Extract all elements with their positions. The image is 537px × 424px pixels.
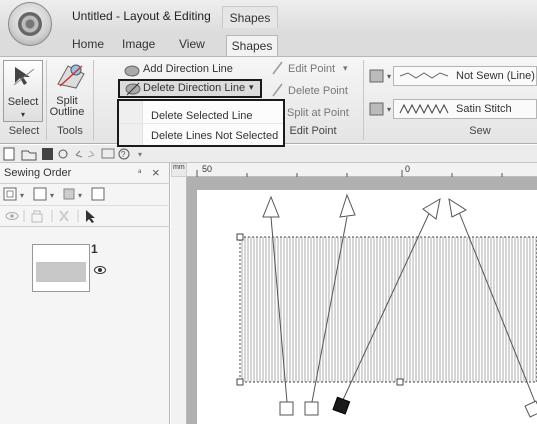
running-stitch-icon bbox=[399, 72, 449, 79]
direction-arrow-heads[interactable] bbox=[262, 193, 468, 220]
add-direction-line-button[interactable]: Add Direction Line bbox=[143, 63, 233, 75]
design-area[interactable] bbox=[187, 177, 537, 424]
window-title: Untitled - Layout & Editing bbox=[72, 9, 211, 23]
group-separator bbox=[93, 60, 94, 140]
sewing-order-number: 1 bbox=[91, 242, 98, 256]
line-sew-type-label: Not Sewn (Line) bbox=[456, 70, 535, 82]
direction-handle[interactable] bbox=[524, 400, 537, 418]
split-outline-label[interactable]: Split Outline bbox=[44, 96, 90, 118]
satin-stitch-icon bbox=[399, 103, 449, 115]
close-icon[interactable]: × bbox=[152, 165, 160, 180]
menu-divider bbox=[119, 123, 283, 124]
add-direction-line-icon bbox=[124, 65, 140, 77]
select-arrow-icon bbox=[13, 67, 35, 86]
delete-direction-line-icon bbox=[125, 82, 141, 96]
menu-item-delete-lines-not-selected[interactable]: Delete Lines Not Selected bbox=[151, 130, 278, 142]
group-separator bbox=[46, 60, 47, 140]
tab-image[interactable]: Image bbox=[122, 37, 155, 51]
panel-title: Sewing Order bbox=[4, 167, 72, 179]
tab-home[interactable]: Home bbox=[72, 37, 104, 51]
svg-text:▾: ▾ bbox=[387, 105, 391, 114]
menu-item-delete-selected-line[interactable]: Delete Selected Line bbox=[151, 110, 253, 122]
svg-text:▾: ▾ bbox=[387, 72, 391, 81]
select-label: Select bbox=[7, 96, 39, 108]
eye-icon[interactable] bbox=[94, 266, 106, 274]
tab-shapes[interactable]: Shapes bbox=[226, 35, 278, 57]
svg-text:▾: ▾ bbox=[20, 191, 24, 200]
group-label-edit-point: Edit Point bbox=[289, 125, 337, 137]
group-separator bbox=[363, 60, 364, 140]
selection-handle[interactable] bbox=[236, 233, 244, 241]
group-label-tools: Tools bbox=[57, 125, 83, 137]
chevron-down-icon: ▾ bbox=[343, 63, 348, 73]
split-at-point-button[interactable]: Split at Point bbox=[287, 107, 349, 119]
region-sew-type-label: Satin Stitch bbox=[456, 103, 512, 115]
delete-point-button[interactable]: Delete Point bbox=[288, 85, 348, 97]
chevron-down-icon: ▾ bbox=[249, 82, 254, 92]
edit-point-button[interactable]: Edit Point bbox=[288, 63, 335, 75]
selection-handle[interactable] bbox=[396, 378, 404, 386]
context-tab-shapes: Shapes bbox=[222, 6, 278, 28]
split-outline-icon[interactable] bbox=[54, 60, 88, 92]
group-label-sew: Sew bbox=[469, 125, 491, 137]
app-menu-icon[interactable] bbox=[8, 2, 52, 46]
stitch-region[interactable] bbox=[240, 237, 537, 382]
vertical-ruler bbox=[171, 177, 187, 424]
selected-direction-handle[interactable] bbox=[332, 396, 351, 415]
panel-toolbar-icons[interactable]: ▾ ▾ ▾ bbox=[2, 186, 168, 202]
pin-icon[interactable]: ᵃ bbox=[138, 167, 141, 177]
tab-view[interactable]: View bbox=[179, 37, 205, 51]
group-label-select: Select bbox=[8, 125, 40, 137]
svg-text:▾: ▾ bbox=[78, 191, 82, 200]
ruler-unit: mm bbox=[171, 163, 187, 177]
ruler-ticks bbox=[196, 170, 503, 177]
direction-handle[interactable] bbox=[279, 401, 294, 416]
quick-access-icons: ? ▾ bbox=[3, 147, 142, 161]
sewing-order-thumbnail[interactable] bbox=[32, 244, 90, 292]
svg-text:?: ? bbox=[121, 150, 126, 159]
delete-direction-line-label: Delete Direction Line bbox=[143, 82, 246, 94]
selection-handle[interactable] bbox=[236, 378, 244, 386]
svg-text:▾: ▾ bbox=[138, 150, 142, 159]
chevron-down-icon[interactable]: ▾ bbox=[3, 110, 43, 119]
panel-toolbar-icons-2[interactable] bbox=[2, 208, 168, 224]
direction-handle[interactable] bbox=[304, 401, 319, 416]
svg-text:▾: ▾ bbox=[50, 191, 54, 200]
